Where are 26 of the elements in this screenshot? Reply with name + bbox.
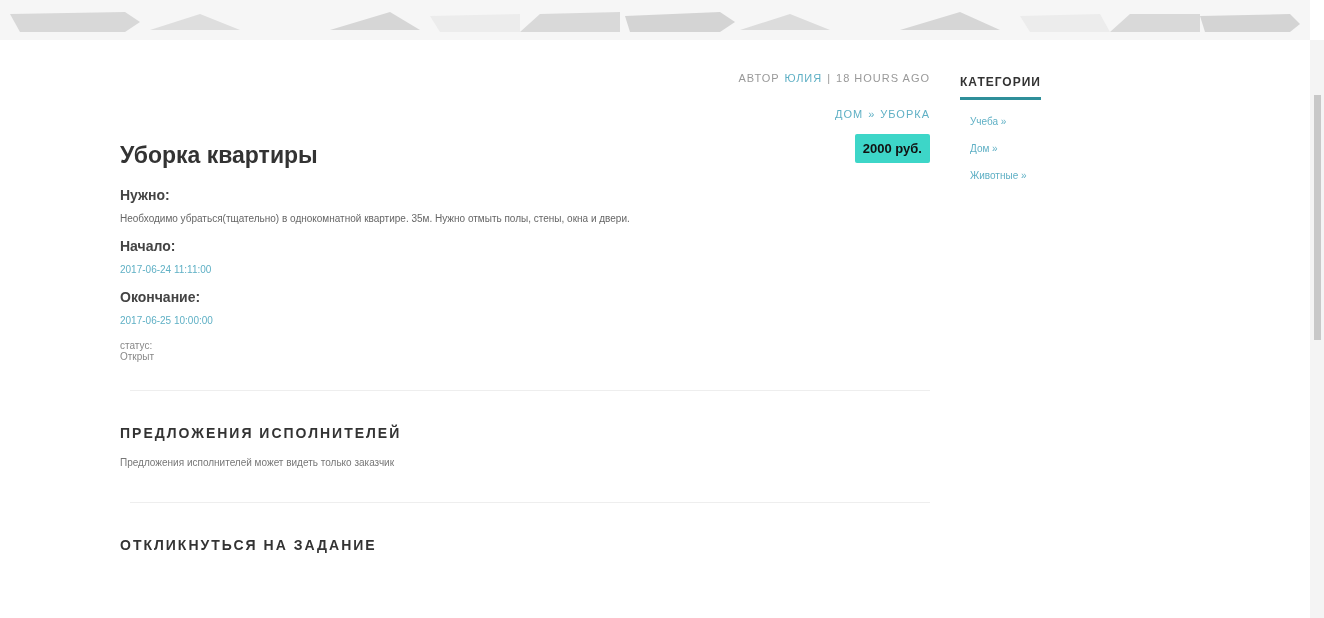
category-link[interactable]: Дом »	[970, 143, 1070, 154]
category-link[interactable]: Учеба »	[970, 116, 1070, 127]
separator: |	[827, 72, 832, 84]
section-text: Предложения исполнителей может видеть только заказчик	[120, 457, 396, 468]
date-value: 2017-06-25 10:00:00	[120, 315, 214, 326]
section-heading: ПРЕДЛОЖЕНИЯ ИСПОЛНИТЕЛЕЙ	[120, 425, 403, 441]
breadcrumb-link[interactable]: УБОРКА	[880, 108, 930, 120]
status-label: статус:	[120, 340, 153, 351]
author-link[interactable]: ЮЛИЯ	[784, 72, 823, 84]
field-label: Нужно:	[120, 187, 171, 203]
section-heading: ОТКЛИКНУТЬСЯ НА ЗАДАНИЕ	[120, 537, 378, 553]
breadcrumb-link[interactable]: »	[868, 108, 876, 120]
post-time: 18 HOURS AGO	[836, 72, 930, 84]
sidebar-title: КАТЕГОРИИ	[960, 75, 1041, 100]
price-badge: 2000 руб.	[854, 134, 930, 163]
scrollbar[interactable]	[1310, 40, 1324, 618]
field-value: Необходимо убраться(тщательно) в однокомнатной квартире. 35м. Нужно отмыть полы, стены, окна и двери.	[120, 213, 631, 224]
breadcrumb-link[interactable]: ДОМ	[834, 108, 864, 120]
task-title: Уборка квартиры	[120, 142, 318, 169]
author-label: АВТОР	[738, 72, 780, 84]
status-value: Открыт	[120, 351, 156, 362]
date-value: 2017-06-24 11:11:00	[120, 264, 213, 275]
field-label: Окончание:	[120, 289, 202, 305]
scrollbar-thumb[interactable]	[1314, 95, 1321, 340]
category-link[interactable]: Животные »	[970, 170, 1070, 181]
field-label: Начало:	[120, 238, 177, 254]
